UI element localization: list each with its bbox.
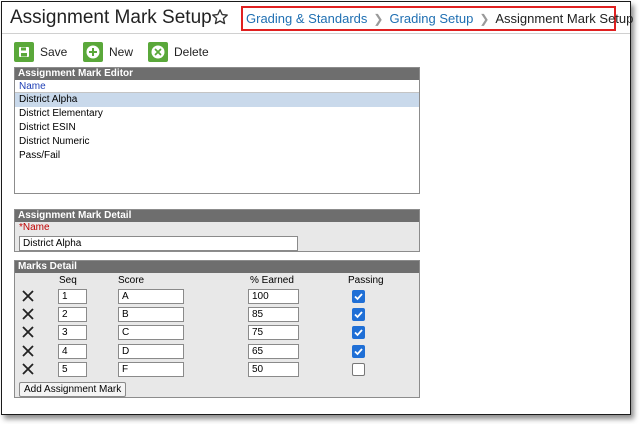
chevron-right-icon: ❯ [373,11,384,26]
breadcrumb-link-grading-setup[interactable]: Grading Setup [389,11,473,26]
list-item[interactable]: District Alpha [15,93,419,107]
seq-input[interactable] [58,325,87,340]
seq-input[interactable] [58,307,87,322]
remove-mark-icon[interactable] [22,326,34,338]
list-item[interactable]: District ESIN [15,121,419,135]
breadcrumb: Grading & Standards ❯ Grading Setup ❯ As… [241,6,633,31]
favorite-star-icon[interactable] [211,8,229,26]
remove-mark-icon[interactable] [22,290,34,302]
score-input[interactable] [118,362,184,377]
page-title: Assignment Mark Setup [10,7,212,28]
table-row [15,307,419,323]
table-row [15,325,419,341]
table-row [15,362,419,378]
marks-detail: Marks Detail Seq Score % Earned Passing [14,260,420,398]
score-input[interactable] [118,307,184,322]
score-input[interactable] [118,344,184,359]
remove-mark-icon[interactable] [22,308,34,320]
remove-mark-icon[interactable] [22,363,34,375]
percent-earned-input[interactable] [248,344,299,359]
score-input[interactable] [118,325,184,340]
seq-input[interactable] [58,344,87,359]
seq-input[interactable] [58,289,87,304]
delete-button[interactable]: Delete [148,41,209,63]
delete-label: Delete [174,45,209,59]
breadcrumb-current: Assignment Mark Setup [495,11,634,26]
detail-header: Assignment Mark Detail [15,210,419,222]
name-field[interactable] [19,236,298,251]
table-row [15,344,419,360]
name-column-header[interactable]: Name [15,80,419,93]
assignment-mark-detail: Assignment Mark Detail *Name [14,209,420,252]
marks-header: Marks Detail [15,261,419,273]
app-window: Assignment Mark Setup Grading & Standard… [1,1,633,415]
earned-column-header: % Earned [250,275,294,286]
name-field-label: *Name [19,222,50,233]
header-divider [2,33,630,34]
list-item[interactable]: Pass/Fail [15,149,419,163]
percent-earned-input[interactable] [248,325,299,340]
editor-header: Assignment Mark Editor [15,68,419,80]
passing-checkbox[interactable] [352,345,365,358]
assignment-mark-editor: Assignment Mark Editor Name District Alp… [14,67,420,194]
plus-icon [83,42,103,62]
save-label: Save [40,45,68,59]
score-input[interactable] [118,289,184,304]
add-assignment-mark-button[interactable]: Add Assignment Mark [19,382,127,397]
table-row [15,289,419,305]
passing-column-header: Passing [348,275,384,286]
list-item[interactable]: District Elementary [15,107,419,121]
chevron-right-icon: ❯ [479,11,490,26]
passing-checkbox[interactable] [352,363,365,376]
save-button[interactable]: Save [14,41,67,63]
passing-checkbox[interactable] [352,326,365,339]
percent-earned-input[interactable] [248,289,299,304]
mark-list: District Alpha District Elementary Distr… [15,93,419,163]
delete-icon [148,42,168,62]
percent-earned-input[interactable] [248,307,299,322]
save-icon [14,42,34,62]
remove-mark-icon[interactable] [22,345,34,357]
breadcrumb-link-grading-standards[interactable]: Grading & Standards [246,11,367,26]
list-item[interactable]: District Numeric [15,135,419,149]
seq-input[interactable] [58,362,87,377]
page-header: Assignment Mark Setup Grading & Standard… [2,2,633,32]
new-label: New [109,45,134,59]
passing-checkbox[interactable] [352,308,365,321]
percent-earned-input[interactable] [248,362,299,377]
score-column-header: Score [118,275,145,286]
seq-column-header: Seq [59,275,77,286]
passing-checkbox[interactable] [352,290,365,303]
new-button[interactable]: New [83,41,133,63]
